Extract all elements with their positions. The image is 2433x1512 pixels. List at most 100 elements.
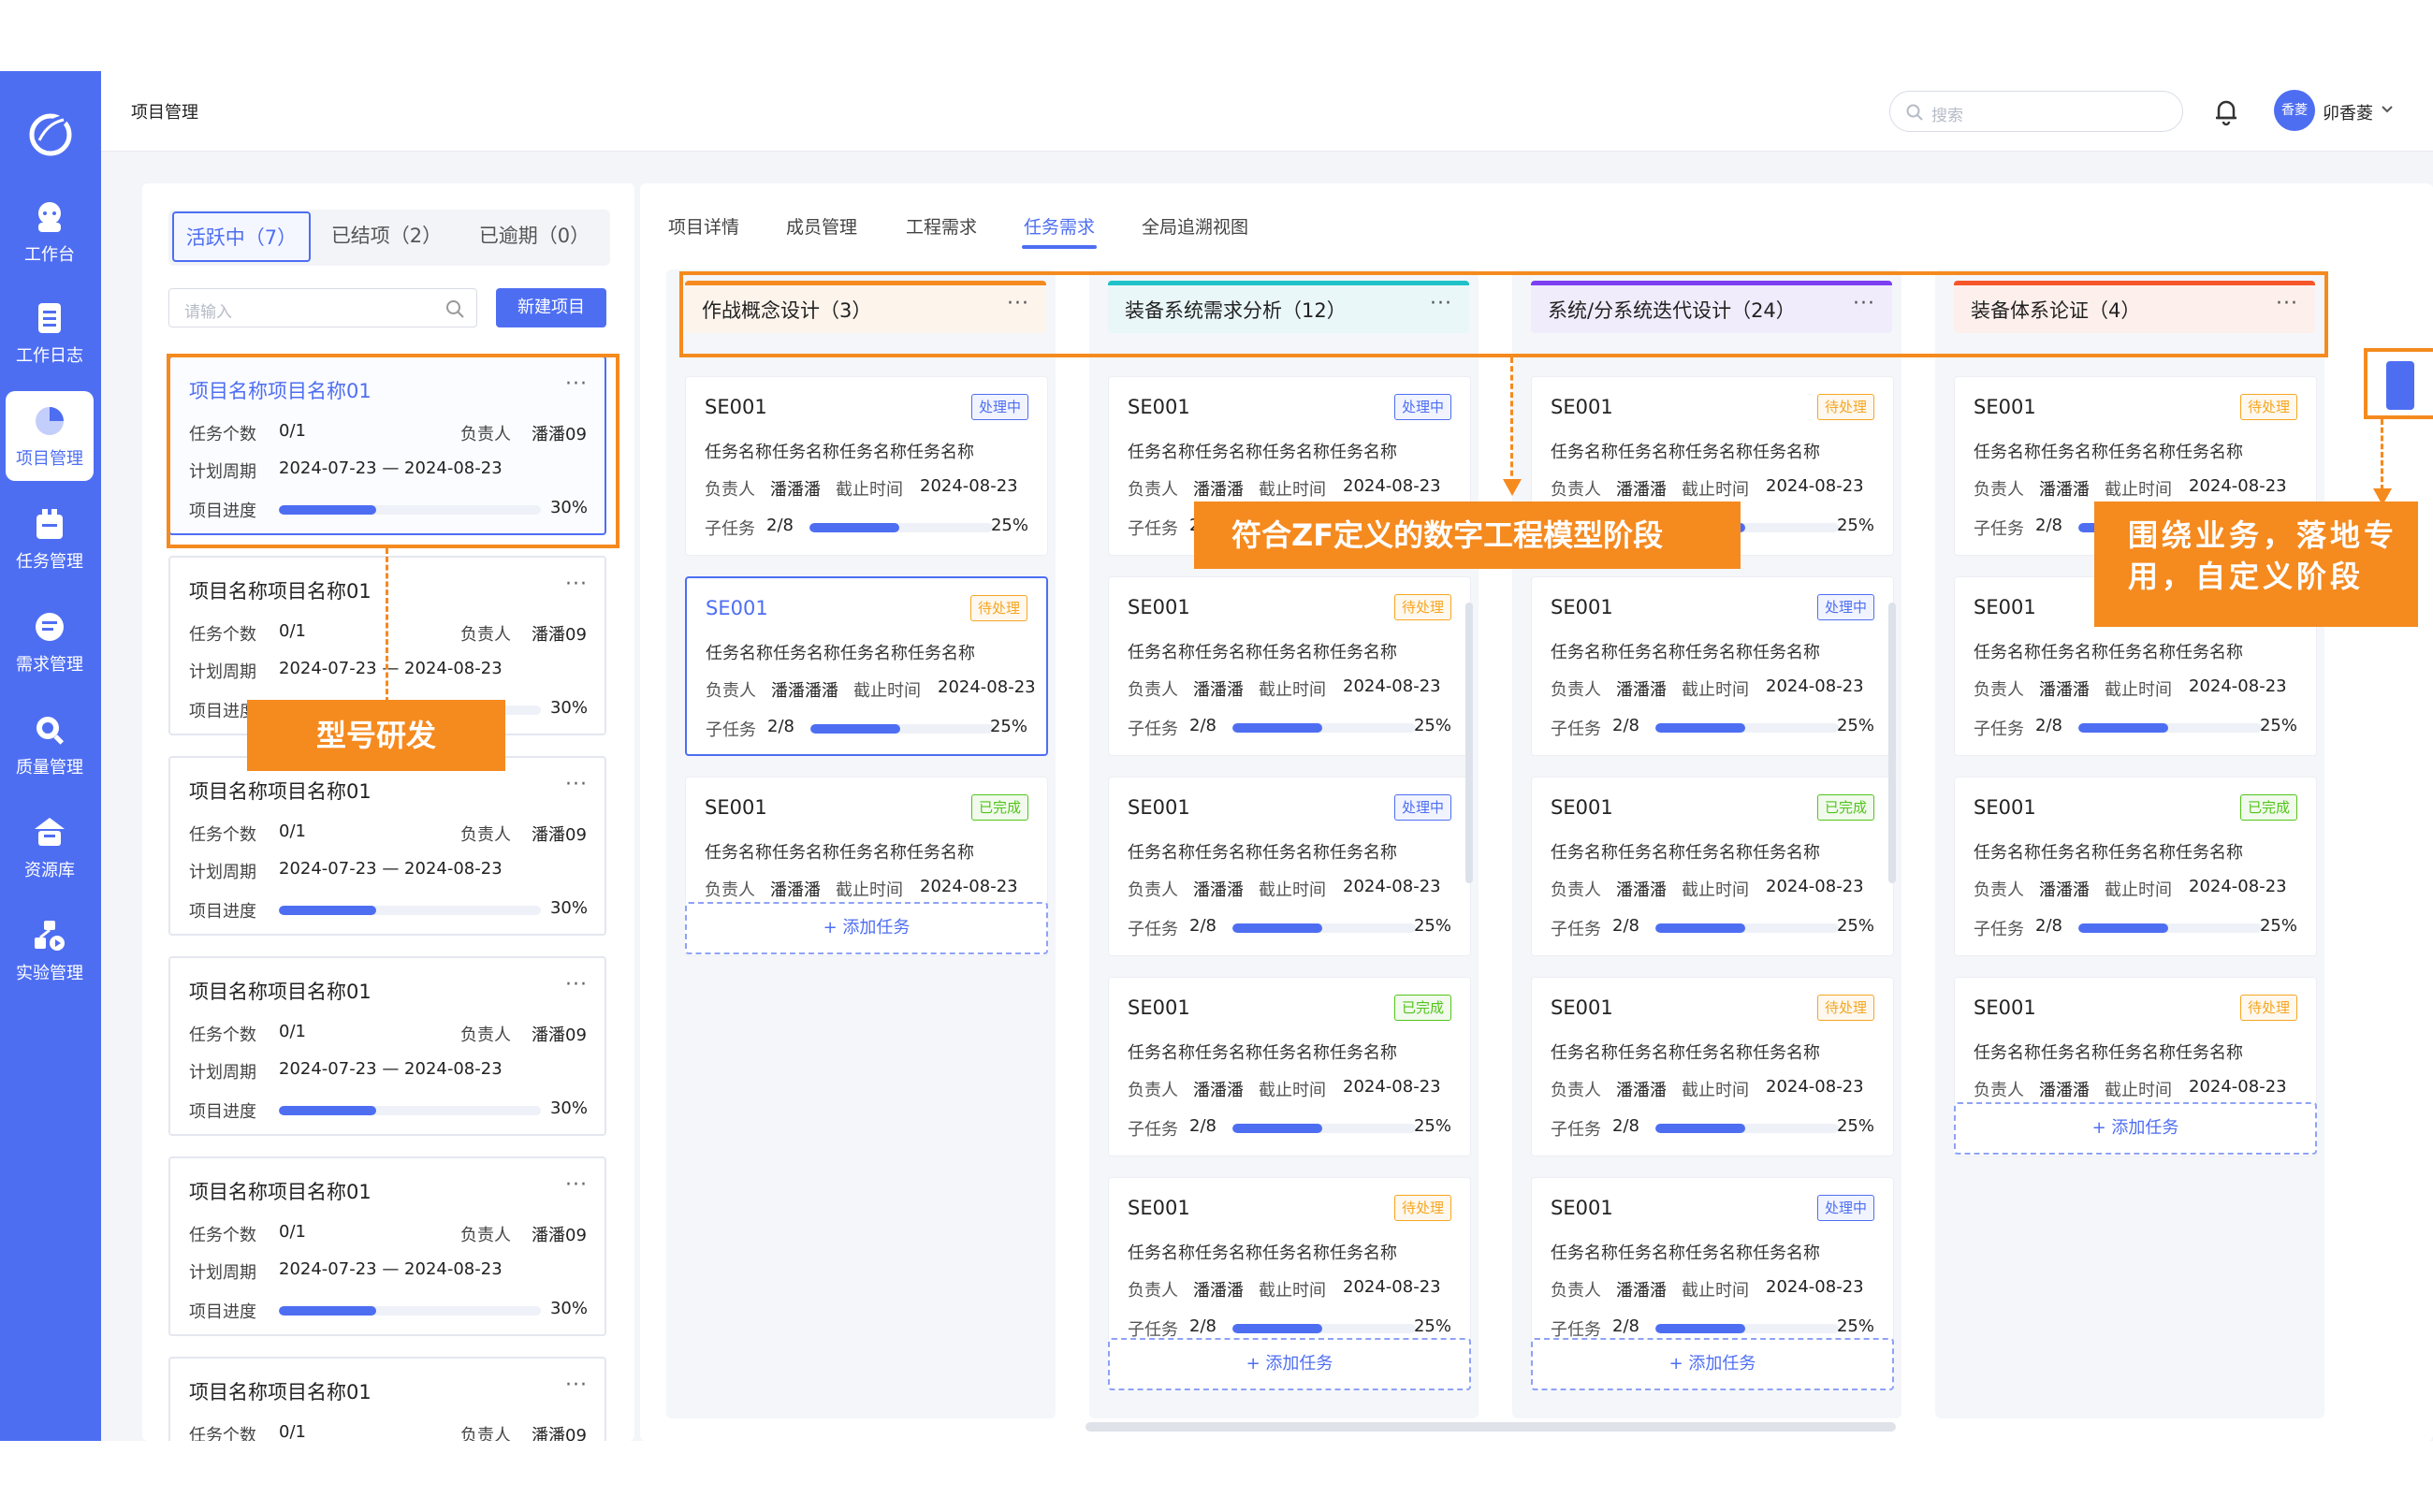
owner-label: 负责人 [460,1025,511,1045]
project-card[interactable]: 项目名称项目名称01 ··· 任务个数 0/1 负责人 潘潘09 计划周期 2024-07-2… [168,1156,606,1336]
more-options-icon[interactable]: ··· [565,973,588,996]
tab-trace-view[interactable]: 全局追溯视图 [1142,213,1248,239]
subtask-value: 2/8 [1189,1116,1216,1136]
next-column-edge [2386,361,2414,410]
progress-percent: 25% [2259,916,2297,936]
active-tab-underline [1022,245,1097,249]
status-badge: 处理中 [1393,394,1451,420]
search-icon[interactable] [444,298,465,319]
owner-value: 潘潘潘 [1193,880,1244,900]
task-code: SE001 [706,597,768,619]
sidebar-item-task[interactable]: 任务管理 [6,494,94,584]
tab-members[interactable]: 成员管理 [786,213,857,239]
task-card[interactable]: SE001 已完成 任务名称任务名称任务名称任务名称 负责人 潘潘潘 截止时间 2024-0… [1531,777,1894,956]
sidebar-item-resource[interactable]: 资源库 [6,803,94,893]
column-scrollbar[interactable] [1888,603,1896,883]
project-search-input[interactable]: 请输入 [168,288,477,327]
quality-icon [36,717,65,745]
progress-label: 项目进度 [189,1302,256,1322]
progress-fill [1655,1324,1746,1333]
add-task-button[interactable]: + 添加任务 [1531,1338,1894,1390]
progress-label: 项目进度 [189,1102,256,1122]
progress-bar [279,1306,541,1316]
progress-bar [1655,1324,1839,1333]
add-task-button[interactable]: + 添加任务 [685,902,1048,954]
user-name[interactable]: 卯香菱 [2323,100,2373,124]
owner-value: 潘潘潘 [1616,1081,1667,1100]
tab-overdue-projects[interactable]: 已逾期（0） [462,211,606,262]
task-icon [36,509,63,539]
sidebar-item-log[interactable]: 工作日志 [6,288,94,378]
chevron-down-icon[interactable] [2379,101,2396,118]
board-horizontal-scrollbar[interactable] [1085,1422,1896,1432]
tab-project-detail[interactable]: 项目详情 [668,213,739,239]
task-card[interactable]: SE001 处理中任务名称任务名称任务名称任务名称负责人潘潘潘截止时间 2024-0… [1108,777,1471,956]
column-scrollbar[interactable] [1465,603,1473,883]
subtask-label: 子任务 [706,720,756,740]
status-badge: 已完成 [970,794,1028,821]
task-card[interactable]: SE001 已完成 任务名称任务名称任务名称任务名称 负责人 潘潘潘 截止时间 2024-0… [1954,777,2317,956]
subtask-value: 2/8 [2035,516,2062,535]
task-card[interactable]: SE001 处理中任务名称任务名称任务名称任务名称负责人潘潘潘截止时间 2024-0… [685,376,1048,556]
task-card[interactable]: SE001 待处理 任务名称任务名称任务名称任务名称 负责人 潘潘潘 截止时间 2024-0… [1531,977,1894,1156]
project-card[interactable]: 项目名称项目名称01 ··· 任务个数 0/1 负责人 潘潘09 计划周期 2024-07-2… [168,956,606,1136]
annotation-stages-label: 符合ZF定义的数字工程模型阶段 [1194,502,1741,569]
deadline-label: 截止时间 [2105,480,2172,500]
more-options-icon[interactable]: ··· [565,1173,588,1197]
task-code: SE001 [1551,796,1613,819]
sidebar-item-quality[interactable]: 质量管理 [6,700,94,790]
global-search-input[interactable]: 搜索 [1889,91,2183,132]
progress-percent: 30% [549,1098,588,1118]
task-card[interactable]: SE001 处理中任务名称任务名称任务名称任务名称负责人潘潘潘截止时间 2024-0… [1531,576,1894,756]
subtask-value: 2/8 [1189,1316,1216,1336]
add-task-button[interactable]: + 添加任务 [1954,1102,2317,1155]
owner-label: 负责人 [1974,1081,2024,1100]
add-task-button[interactable]: + 添加任务 [1108,1338,1471,1390]
sidebar-item-experiment[interactable]: 实验管理 [6,906,94,996]
period-label: 计划周期 [189,863,256,882]
project-name: 项目名称项目名称01 [189,1181,372,1203]
project-card[interactable]: 项目名称项目名称01···任务个数0/1负责人潘潘09计划周期项目进度30% [168,1357,606,1441]
task-card[interactable]: SE001 处理中任务名称任务名称任务名称任务名称负责人潘潘潘截止时间 2024-0… [1531,1177,1894,1357]
project-card[interactable]: 项目名称项目名称01 ··· 任务个数 0/1 负责人 潘潘09 计划周期 2024-07-2… [168,756,606,936]
more-options-icon[interactable]: ··· [565,773,588,796]
task-card[interactable]: SE001 待处理 任务名称任务名称任务名称任务名称 负责人 潘潘潘 截止时间 2024-0… [1108,1177,1471,1357]
task-code: SE001 [1974,596,2036,618]
new-project-button[interactable]: 新建项目 [496,288,606,327]
subtask-label: 子任务 [1551,920,1601,939]
tab-task-req[interactable]: 任务需求 [1024,213,1095,239]
sidebar-item-project-pie[interactable]: 项目管理 [6,391,94,481]
deadline-value: 2024-08-23 [1766,476,1864,496]
progress-percent: 25% [1413,916,1451,936]
dashboard-icon [38,202,61,232]
task-card[interactable]: SE001 待处理 任务名称任务名称任务名称任务名称 负责人 潘潘潘潘 截止时间 2024-… [685,576,1048,756]
deadline-label: 截止时间 [1682,1081,1749,1100]
progress-fill [1232,923,1323,933]
status-badge: 待处理 [1393,1195,1451,1221]
owner-label: 负责人 [1551,1281,1601,1301]
task-code: SE001 [1128,396,1190,418]
deadline-label: 截止时间 [1259,880,1326,900]
task-code: SE001 [1551,396,1613,418]
period-value: 2024-07-23 — 2024-08-23 [279,1259,503,1279]
user-avatar[interactable]: 香菱 [2274,90,2315,131]
notification-bell-icon[interactable] [2210,95,2242,127]
tab-closed-projects[interactable]: 已结项（2） [316,211,457,262]
task-card[interactable]: SE001 已完成 任务名称任务名称任务名称任务名称 负责人 潘潘潘 截止时间 2024-0… [1108,977,1471,1156]
sidebar-item-label: 资源库 [24,861,75,880]
project-name: 项目名称项目名称01 [189,1381,372,1403]
more-options-icon[interactable]: ··· [565,1374,588,1397]
sidebar-item-requirement[interactable]: 需求管理 [6,597,94,687]
tab-active-projects[interactable]: 活跃中（7） [172,211,311,262]
task-count-value: 0/1 [279,621,306,641]
progress-fill [1232,723,1323,733]
task-name: 任务名称任务名称任务名称任务名称 [1551,443,1820,462]
task-card[interactable]: SE001 待处理 任务名称任务名称任务名称任务名称 负责人 潘潘潘 截止时间 2024-0… [1108,576,1471,756]
tab-engineering-req[interactable]: 工程需求 [906,213,977,239]
owner-label: 负责人 [1128,680,1178,700]
more-options-icon[interactable]: ··· [565,573,588,596]
sidebar-item-dashboard[interactable]: 工作台 [6,187,94,277]
status-badge: 已完成 [2239,794,2297,821]
deadline-value: 2024-08-23 [2189,676,2287,696]
owner-value: 潘潘09 [532,825,587,845]
